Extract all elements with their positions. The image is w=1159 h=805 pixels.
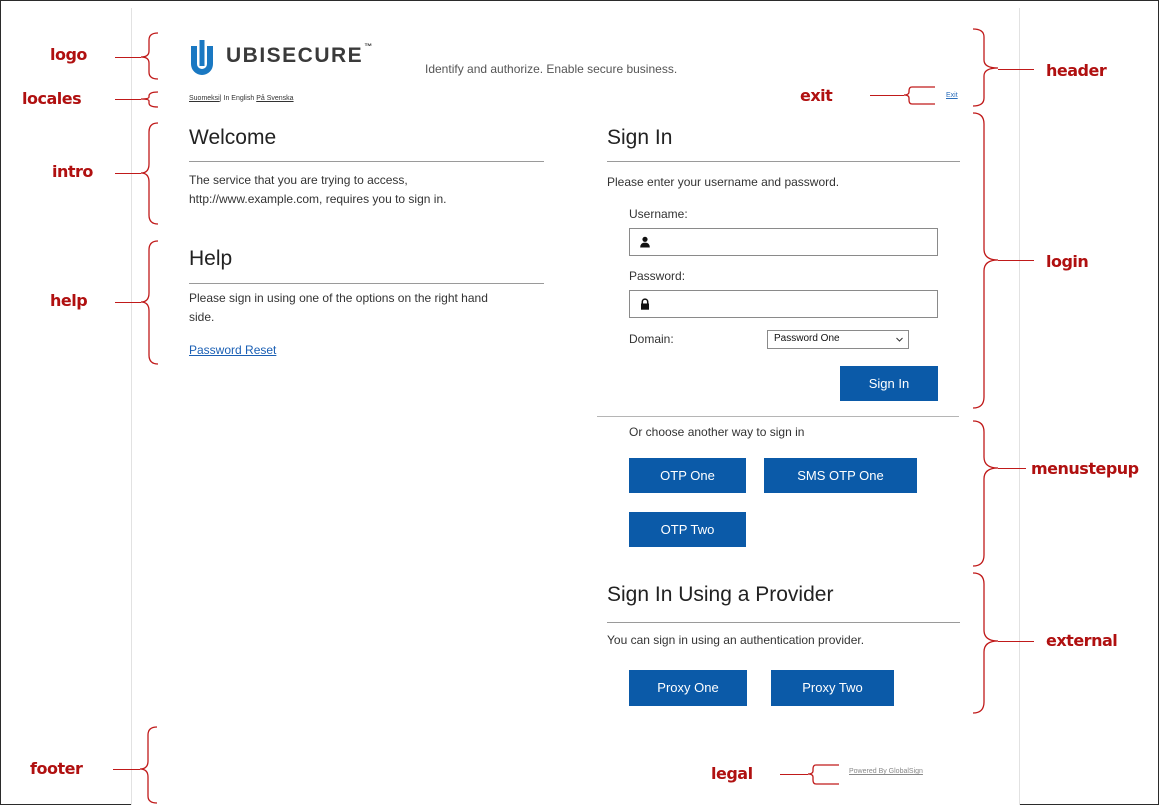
proxy-two-button[interactable]: Proxy Two	[771, 670, 894, 706]
annotation-external-brace	[972, 572, 999, 714]
intro-text-line2: http://www.example.com, requires you to …	[189, 192, 447, 206]
login-divider	[607, 161, 960, 162]
login-instructions: Please enter your username and password.	[607, 175, 840, 189]
login-section-divider	[597, 416, 959, 417]
annotation-exit-brace	[903, 86, 935, 105]
domain-label: Domain:	[629, 332, 674, 346]
password-reset-link[interactable]: Password Reset	[189, 340, 276, 360]
annotation-logo-brace	[140, 32, 159, 80]
annotation-login-brace	[972, 112, 999, 409]
annotation-help-brace	[140, 240, 159, 365]
annotation-exit-line	[870, 95, 904, 96]
sms-otp-one-button[interactable]: SMS OTP One	[764, 458, 917, 493]
locale-english-current: In English	[223, 95, 255, 102]
header-tagline: Identify and authorize. Enable secure bu…	[425, 62, 678, 76]
intro-text-line1: The service that you are trying to acces…	[189, 173, 408, 187]
annotation-locales-brace	[140, 91, 159, 108]
annotation-intro-line	[115, 173, 141, 174]
annotation-menustepup-line	[998, 468, 1026, 469]
logo-wordmark: UBISECURE™	[226, 42, 373, 67]
locale-swedish-link[interactable]: På Svenska	[256, 95, 293, 102]
annotation-help-line	[115, 302, 141, 303]
intro-divider	[189, 161, 544, 162]
annotation-intro: intro	[52, 162, 93, 181]
annotation-header-brace	[972, 28, 999, 107]
annotation-login-line	[998, 260, 1034, 261]
annotation-external-line	[998, 641, 1034, 642]
external-description: You can sign in using an authentication …	[607, 633, 865, 647]
annotation-menustepup-brace	[972, 420, 999, 567]
annotation-menustepup: menustepup	[1031, 459, 1139, 478]
annotation-legal-line	[780, 774, 808, 775]
annotation-header-line	[998, 69, 1034, 70]
external-title: Sign In Using a Provider	[607, 583, 834, 606]
username-label: Username:	[629, 207, 688, 221]
powered-by-link[interactable]: Powered By GlobalSign	[849, 768, 923, 775]
annotation-footer-brace	[139, 726, 158, 804]
username-field[interactable]	[629, 228, 938, 256]
login-title: Sign In	[607, 126, 673, 149]
domain-select-value: Password One	[774, 333, 840, 344]
external-divider	[607, 622, 960, 623]
annotation-footer-line	[113, 769, 140, 770]
annotation-login: login	[1046, 252, 1089, 271]
annotation-locales: locales	[22, 89, 82, 108]
annotation-header: header	[1046, 61, 1107, 80]
help-text-line1: Please sign in using one of the options …	[189, 291, 488, 305]
annotation-exit: exit	[800, 86, 833, 105]
help-divider	[189, 283, 544, 284]
locale-finnish-link[interactable]: Suomeksi	[189, 95, 220, 102]
user-icon	[640, 236, 650, 248]
annotation-locales-line	[115, 99, 141, 100]
annotation-intro-brace	[140, 122, 159, 225]
sign-in-button[interactable]: Sign In	[840, 366, 938, 401]
help-text-line2: side.	[189, 310, 215, 324]
ubisecure-logo-icon	[191, 40, 213, 75]
exit-link[interactable]: Exit	[946, 92, 958, 99]
annotation-legal: legal	[711, 764, 753, 783]
intro-title: Welcome	[189, 126, 277, 149]
otp-one-button[interactable]: OTP One	[629, 458, 746, 493]
alternative-signin-prompt: Or choose another way to sign in	[629, 425, 805, 439]
annotation-footer: footer	[30, 759, 83, 778]
annotation-external: external	[1046, 631, 1118, 650]
domain-select[interactable]: Password One	[767, 330, 909, 349]
proxy-one-button[interactable]: Proxy One	[629, 670, 747, 706]
annotation-logo-line	[115, 57, 141, 58]
annotation-help: help	[50, 291, 88, 310]
otp-two-button[interactable]: OTP Two	[629, 512, 746, 547]
chevron-down-icon	[896, 337, 903, 342]
password-label: Password:	[629, 269, 686, 283]
annotation-legal-brace	[807, 764, 839, 785]
help-title: Help	[189, 247, 233, 270]
annotation-logo: logo	[50, 45, 87, 64]
locale-selector: Suomeksi| In English På Svenska	[189, 95, 294, 102]
lock-icon	[641, 298, 649, 310]
password-field[interactable]	[629, 290, 938, 318]
